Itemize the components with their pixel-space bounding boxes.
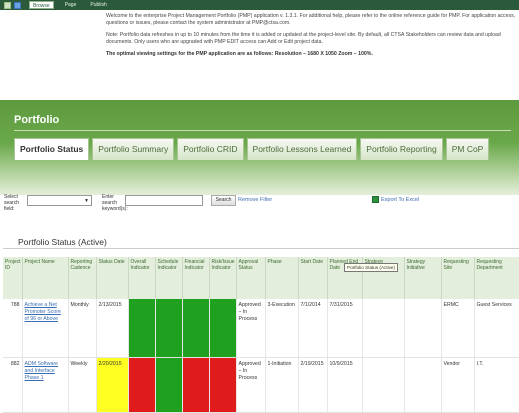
table-row: 882 ADM Software and Interface Phase 1 W… xyxy=(3,357,519,413)
phase-cell: 1-Initiation xyxy=(265,357,299,413)
planned-end-date-cell: 10/9/2015 xyxy=(327,357,363,413)
start-date-cell: 7/1/2014 xyxy=(298,299,328,358)
notices: Welcome to the enterprise Project Manage… xyxy=(106,13,516,62)
column-header[interactable]: Requesting Site xyxy=(441,257,475,299)
filter-bar: Select search field: ▼ Enter search keyw… xyxy=(0,192,519,218)
start-date-cell: 2/19/2015 xyxy=(298,357,328,413)
cadence-cell: Monthly xyxy=(68,299,97,358)
column-header[interactable]: Reporting Cadence xyxy=(68,257,97,299)
approval-status-cell: Approved – In Process xyxy=(236,357,266,413)
column-header[interactable]: Overall Indicator xyxy=(128,257,156,299)
tab-portfolio-reporting[interactable]: Portfolio Reporting xyxy=(360,138,443,160)
export-to-excel-link[interactable]: Export To Excel xyxy=(372,196,419,203)
column-tooltip: Portfolio Status (Active) xyxy=(344,263,398,272)
column-header[interactable]: Requesting Department xyxy=(474,257,519,299)
keyword-label-line-3: keyword(s): xyxy=(102,206,128,212)
ribbon-tab-page[interactable]: Page xyxy=(62,1,80,9)
column-header[interactable]: Project Name xyxy=(22,257,69,299)
planned-end-date-cell: 7/31/2015 xyxy=(327,299,363,358)
section-divider xyxy=(3,248,519,249)
viewing-settings-note: The optimal viewing settings for the PMP… xyxy=(106,50,373,57)
strategy-initiative-cell xyxy=(404,357,442,413)
keyword-input[interactable] xyxy=(125,195,203,206)
tab-portfolio-status[interactable]: Portfolio Status xyxy=(14,138,90,160)
project-name-link[interactable]: Achieve a Net Promoter Score of 96 or Ab… xyxy=(25,302,61,322)
column-header[interactable]: Strategy Initiative xyxy=(404,257,442,299)
page-title: Portfolio xyxy=(14,114,60,126)
overall-indicator xyxy=(128,357,156,413)
remove-filter-link[interactable]: Remove Filter xyxy=(238,197,272,203)
overall-indicator xyxy=(128,299,156,358)
tab-portfolio-lessons-learned[interactable]: Portfolio Lessons Learned xyxy=(246,138,358,160)
requesting-department-cell: I.T. xyxy=(474,357,519,413)
portfolio-band: Portfolio Portfolio Status Portfolio Sum… xyxy=(0,100,519,195)
select-field-label: Select search field: xyxy=(4,194,19,212)
schedule-indicator xyxy=(155,357,183,413)
table-row: 788 Achieve a Net Promoter Score of 96 o… xyxy=(3,299,519,358)
schedule-indicator xyxy=(155,299,183,358)
export-to-excel-label: Export To Excel xyxy=(381,196,420,203)
welcome-notice: Welcome to the enterprise Project Manage… xyxy=(106,13,516,27)
project-id-cell: 788 xyxy=(3,299,23,358)
project-name-cell: ADM Software and Interface Phase 1 xyxy=(22,357,69,413)
tab-portfolio-summary[interactable]: Portfolio Summary xyxy=(92,138,175,160)
project-name-link[interactable]: ADM Software and Interface Phase 1 xyxy=(25,361,58,381)
portfolio-tabs: Portfolio Status Portfolio Summary Portf… xyxy=(14,138,492,160)
edit-page-icon[interactable] xyxy=(14,1,21,9)
column-header[interactable]: Project ID xyxy=(3,257,23,299)
financial-indicator xyxy=(182,299,210,358)
refresh-note: Note: Portfolio data refreshes in up to … xyxy=(106,31,501,46)
column-header[interactable]: Approval Status xyxy=(236,257,266,299)
strategy-objective-cell xyxy=(362,357,405,413)
keyword-label: Enter search keyword(s): xyxy=(102,194,128,212)
strategy-objective-cell xyxy=(362,299,405,358)
financial-indicator xyxy=(182,357,210,413)
tab-portfolio-crid[interactable]: Portfolio CRID xyxy=(177,138,244,160)
status-date-cell: 2/20/2015 xyxy=(96,357,129,413)
section-title: Portfolio Status (Active) xyxy=(18,237,107,247)
cadence-cell: Weekly xyxy=(68,357,97,413)
navigate-up-icon[interactable] xyxy=(4,1,11,9)
status-date-cell: 2/13/2015 xyxy=(96,299,129,358)
risk-issue-indicator xyxy=(209,357,237,413)
column-header[interactable]: Status Date xyxy=(96,257,129,299)
requesting-department-cell: Guest Services xyxy=(474,299,519,358)
requesting-site-cell: ERMC xyxy=(441,299,475,358)
column-header[interactable]: Schedule Indicator xyxy=(155,257,183,299)
column-header[interactable]: Phase xyxy=(265,257,299,299)
project-name-cell: Achieve a Net Promoter Score of 96 or Ab… xyxy=(22,299,69,358)
strategy-initiative-cell xyxy=(404,299,442,358)
portfolio-status-table: Project ID Project Name Reporting Cadenc… xyxy=(3,257,519,413)
search-button[interactable]: Search xyxy=(211,195,236,206)
title-divider xyxy=(14,130,511,131)
column-header[interactable]: Financial Indicator xyxy=(182,257,210,299)
search-field-select[interactable]: ▼ xyxy=(27,195,92,206)
chevron-down-icon: ▼ xyxy=(84,198,89,204)
table-header-row: Project ID Project Name Reporting Cadenc… xyxy=(3,257,519,299)
column-header[interactable]: Risk/Issue Indicator xyxy=(209,257,237,299)
approval-status-cell: Approved – In Process xyxy=(236,299,266,358)
select-field-label-line-3: field: xyxy=(4,206,15,212)
ribbon: Browse Page Publish xyxy=(0,0,519,10)
excel-icon xyxy=(372,196,379,203)
tab-pm-cop[interactable]: PM CoP xyxy=(445,138,490,160)
risk-issue-indicator xyxy=(209,299,237,358)
ribbon-tab-publish[interactable]: Publish xyxy=(87,1,109,9)
ribbon-tab-browse[interactable]: Browse xyxy=(29,1,54,9)
column-header[interactable]: Start Date xyxy=(298,257,328,299)
project-id-cell: 882 xyxy=(3,357,23,413)
requesting-site-cell: Vendor xyxy=(441,357,475,413)
phase-cell: 3-Execution xyxy=(265,299,299,358)
